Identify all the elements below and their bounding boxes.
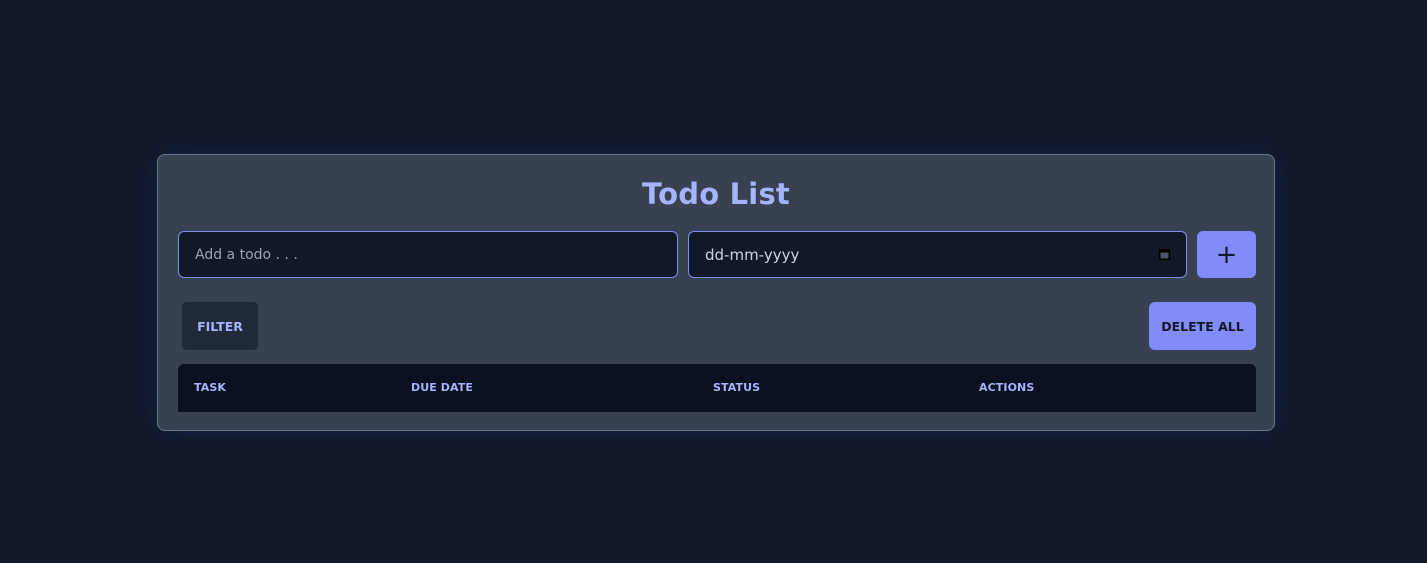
todo-card: Todo List dd-mm-yyyy + FILTER DELETE ALL… [157,154,1275,431]
todo-table: TASK DUE DATE STATUS ACTIONS [178,364,1256,412]
todo-input[interactable] [178,231,678,278]
add-todo-form: dd-mm-yyyy + [178,231,1256,278]
filter-button[interactable]: FILTER [182,302,258,350]
calendar-icon[interactable] [1159,249,1170,260]
column-header-actions: ACTIONS [979,381,1035,394]
page-title: Todo List [642,177,790,211]
delete-all-button[interactable]: DELETE ALL [1149,302,1256,350]
column-header-status: STATUS [713,381,761,394]
plus-icon: + [1215,239,1238,270]
column-header-task: TASK [194,381,227,394]
column-header-due-date: DUE DATE [411,381,474,394]
add-todo-button[interactable]: + [1197,231,1256,278]
due-date-placeholder: dd-mm-yyyy [705,245,800,264]
due-date-input[interactable]: dd-mm-yyyy [688,231,1187,278]
